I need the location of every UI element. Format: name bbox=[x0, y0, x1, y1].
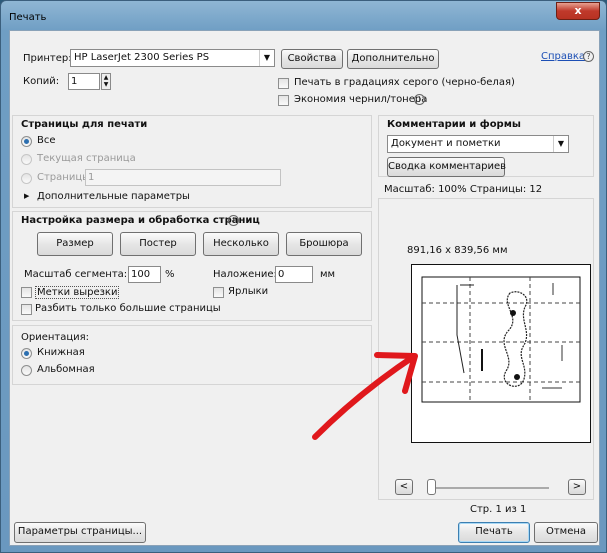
tab-size[interactable]: Размер bbox=[37, 232, 113, 256]
copies-input[interactable]: 1 bbox=[68, 73, 100, 90]
copies-label: Копий: bbox=[23, 76, 60, 87]
pages-range-radio[interactable] bbox=[21, 173, 32, 184]
grayscale-label: Печать в градациях серого (черно-белая) bbox=[294, 77, 515, 88]
properties-button[interactable]: Свойства bbox=[281, 49, 343, 69]
cancel-button[interactable]: Отмена bbox=[534, 522, 598, 543]
preview-scale-text: Масштаб: 100% Страницы: 12 bbox=[384, 184, 543, 195]
summarize-comments-button[interactable]: Сводка комментариев bbox=[387, 157, 506, 177]
labels-checkbox[interactable] bbox=[213, 287, 224, 298]
advanced-button[interactable]: Дополнительно bbox=[347, 49, 439, 69]
annotation-arrow bbox=[312, 352, 418, 440]
comments-select-value: Документ и пометки bbox=[391, 138, 501, 149]
overlap-label: Наложение: bbox=[213, 269, 277, 280]
cut-marks-checkbox[interactable] bbox=[21, 287, 32, 298]
preview-dimensions: 891,16 x 839,56 мм bbox=[407, 245, 508, 256]
tab-poster[interactable]: Постер bbox=[120, 232, 196, 256]
pages-all-radio[interactable] bbox=[21, 136, 32, 147]
sizing-panel-title: Настройка размера и обработка страниц bbox=[21, 215, 260, 226]
pages-panel: Страницы для печати Все Текущая страница… bbox=[12, 115, 372, 208]
printer-label: Принтер: bbox=[23, 53, 72, 64]
pages-current-radio[interactable] bbox=[21, 154, 32, 165]
portrait-label: Книжная bbox=[37, 347, 85, 358]
overlap-unit: мм bbox=[320, 269, 336, 280]
help-link[interactable]: Справка bbox=[541, 51, 585, 62]
comments-select[interactable]: Документ и пометки ▼ bbox=[387, 135, 569, 153]
sizing-panel: Настройка размера и обработка страниц i … bbox=[12, 211, 372, 321]
close-button[interactable]: x bbox=[556, 2, 600, 20]
pages-panel-title: Страницы для печати bbox=[21, 119, 148, 130]
preview-drawing bbox=[421, 276, 581, 403]
window-title: Печать bbox=[9, 12, 47, 23]
pages-current-label: Текущая страница bbox=[37, 153, 136, 164]
info-icon[interactable]: i bbox=[228, 215, 239, 226]
pages-range-input[interactable]: 1 bbox=[85, 169, 281, 186]
tile-scale-input[interactable]: 100 bbox=[128, 266, 161, 283]
caret-right-icon[interactable]: ▶ bbox=[24, 192, 29, 200]
dialog-body: Принтер: HP LaserJet 2300 Series PS ▼ Св… bbox=[9, 30, 600, 546]
print-button[interactable]: Печать bbox=[458, 522, 530, 543]
comments-panel-title: Комментарии и формы bbox=[387, 119, 521, 130]
copies-spinner[interactable]: ▲ ▼ bbox=[101, 73, 111, 90]
tab-booklet[interactable]: Брошюра bbox=[286, 232, 362, 256]
info-icon[interactable]: i bbox=[414, 94, 425, 105]
labels-label: Ярлыки bbox=[228, 286, 269, 297]
tile-large-only-label: Разбить только большие страницы bbox=[35, 303, 221, 314]
landscape-label: Альбомная bbox=[37, 364, 95, 375]
overlap-input[interactable]: 0 bbox=[275, 266, 313, 283]
pages-all-label: Все bbox=[37, 135, 56, 146]
printer-select-value: HP LaserJet 2300 Series PS bbox=[74, 52, 210, 63]
preview-slider-thumb[interactable] bbox=[427, 479, 436, 495]
help-icon[interactable]: ? bbox=[583, 51, 594, 62]
preview-page bbox=[411, 264, 591, 443]
prev-page-button[interactable]: < bbox=[395, 479, 413, 495]
pages-range-label: Страницы bbox=[37, 172, 91, 183]
orientation-title: Ориентация: bbox=[21, 332, 90, 343]
tile-scale-label: Масштаб сегмента: bbox=[24, 269, 128, 280]
save-ink-label: Экономия чернил/тонера bbox=[294, 94, 428, 105]
grayscale-checkbox[interactable] bbox=[278, 78, 289, 89]
preview-slider-track[interactable] bbox=[431, 487, 549, 489]
more-options-toggle[interactable]: Дополнительные параметры bbox=[37, 191, 190, 202]
page-setup-button[interactable]: Параметры страницы... bbox=[14, 522, 146, 543]
tile-scale-unit: % bbox=[165, 269, 175, 280]
next-page-button[interactable]: > bbox=[568, 479, 586, 495]
cut-marks-label: Метки вырезки bbox=[35, 286, 120, 299]
tile-large-only-checkbox[interactable] bbox=[21, 304, 32, 315]
save-ink-checkbox[interactable] bbox=[278, 95, 289, 106]
comments-panel: Комментарии и формы Документ и пометки ▼… bbox=[378, 115, 594, 177]
landscape-radio[interactable] bbox=[21, 365, 32, 376]
chevron-down-icon: ▼ bbox=[553, 136, 568, 152]
portrait-radio[interactable] bbox=[21, 348, 32, 359]
page-indicator: Стр. 1 из 1 bbox=[470, 504, 527, 515]
tab-multiple[interactable]: Несколько bbox=[203, 232, 279, 256]
chevron-down-icon: ▼ bbox=[259, 50, 274, 66]
print-dialog-window: Печать x Принтер: HP LaserJet 2300 Serie… bbox=[0, 0, 607, 553]
printer-select[interactable]: HP LaserJet 2300 Series PS ▼ bbox=[70, 49, 275, 67]
